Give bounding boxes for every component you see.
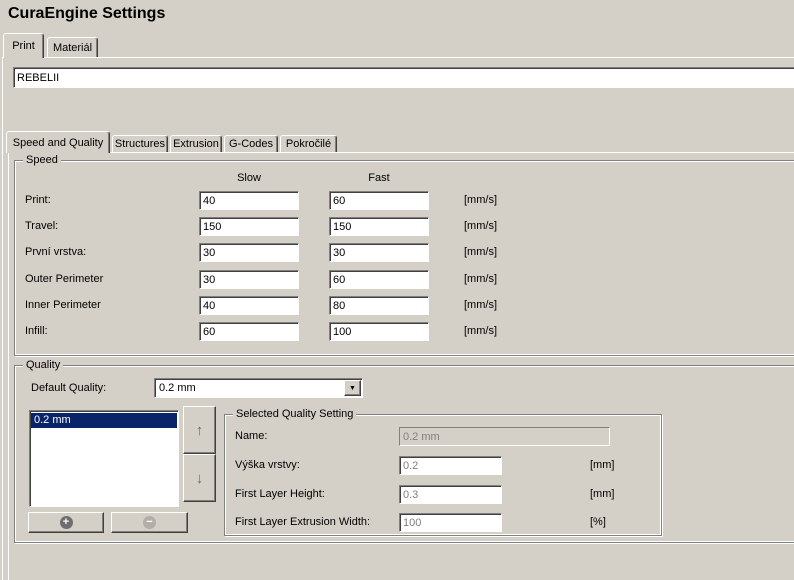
chevron-down-icon: ▼ xyxy=(349,385,356,392)
quality-group-label: Quality xyxy=(23,358,63,372)
tab-extrusion-label: Extrusion xyxy=(173,138,219,150)
quality-group: Quality Default Quality: 0.2 mm ▼ 0.2 mm… xyxy=(14,365,794,543)
travel-slow-input[interactable] xyxy=(199,217,299,236)
printer-profile-input[interactable] xyxy=(13,67,794,88)
cura-engine-settings-window: { "window": { "title": "CuraEngine Setti… xyxy=(0,0,794,580)
unit-label: [mm/s] xyxy=(464,273,497,285)
tab-extrusion[interactable]: Extrusion xyxy=(170,135,222,152)
tab-material[interactable]: Materiál xyxy=(47,37,98,57)
speed-row-label: Inner Perimeter xyxy=(25,299,101,311)
tab-structures-label: Structures xyxy=(115,138,165,150)
setting-row-label: First Layer Height: xyxy=(235,488,325,500)
setting-row-name: Name: xyxy=(225,427,661,447)
dropdown-button[interactable]: ▼ xyxy=(344,380,361,396)
move-up-button[interactable]: ↑ xyxy=(183,406,216,454)
infill-slow-input[interactable] xyxy=(199,322,299,341)
setting-row-label: First Layer Extrusion Width: xyxy=(235,516,370,528)
add-quality-button[interactable]: + xyxy=(28,512,104,533)
outer-perimeter-slow-input[interactable] xyxy=(199,270,299,289)
tab-print[interactable]: Print xyxy=(3,33,44,58)
quality-list-item-label: 0.2 mm xyxy=(34,414,71,426)
default-quality-value: 0.2 mm xyxy=(159,382,196,394)
default-quality-select[interactable]: 0.2 mm ▼ xyxy=(154,378,363,398)
speed-group-label: Speed xyxy=(23,153,61,167)
first-layer-height-input xyxy=(399,485,502,504)
setting-row-label: Výška vrstvy: xyxy=(235,459,300,471)
speed-row-label: Infill: xyxy=(25,325,48,337)
unit-label: [mm/s] xyxy=(464,246,497,258)
move-down-button[interactable]: ↓ xyxy=(183,454,216,502)
travel-fast-input[interactable] xyxy=(329,217,429,236)
column-header-slow: Slow xyxy=(199,172,299,184)
speed-row-label: První vrstva: xyxy=(25,246,86,258)
tab-speed-and-quality[interactable]: Speed and Quality xyxy=(6,131,110,153)
speed-group: Speed Slow Fast Print: [mm/s] Travel: [m… xyxy=(14,160,794,356)
setting-row-first-layer-height: First Layer Height: [mm] xyxy=(225,485,661,505)
first-layer-fast-input[interactable] xyxy=(329,243,429,262)
unit-label: [mm/s] xyxy=(464,194,497,206)
print-fast-input[interactable] xyxy=(329,191,429,210)
inner-perimeter-slow-input[interactable] xyxy=(199,296,299,315)
setting-row-label: Name: xyxy=(235,430,267,442)
unit-label: [mm/s] xyxy=(464,325,497,337)
setting-row-first-layer-extrusion-width: First Layer Extrusion Width: [%] xyxy=(225,513,661,533)
inner-perimeter-fast-input[interactable] xyxy=(329,296,429,315)
unit-label: [%] xyxy=(590,516,606,528)
page-title: CuraEngine Settings xyxy=(8,5,165,23)
layer-height-input xyxy=(399,456,502,475)
infill-fast-input[interactable] xyxy=(329,322,429,341)
speed-row-infill: Infill: [mm/s] xyxy=(15,322,794,342)
minus-icon: − xyxy=(143,516,156,529)
speed-row-outer-perimeter: Outer Perimeter [mm/s] xyxy=(15,270,794,290)
first-layer-extrusion-width-input xyxy=(399,513,502,532)
name-input xyxy=(399,427,610,446)
tab-advanced-label: Pokročilé xyxy=(286,138,331,150)
plus-icon: + xyxy=(60,516,73,529)
default-quality-label: Default Quality: xyxy=(31,382,106,394)
first-layer-slow-input[interactable] xyxy=(199,243,299,262)
tab-material-label: Materiál xyxy=(53,42,92,54)
down-arrow-icon: ↓ xyxy=(196,471,204,486)
tab-g-codes-label: G-Codes xyxy=(229,138,273,150)
speed-row-first-layer: První vrstva: [mm/s] xyxy=(15,243,794,263)
outer-perimeter-fast-input[interactable] xyxy=(329,270,429,289)
selected-quality-setting-group: Selected Quality Setting Name: Výška vrs… xyxy=(224,414,662,536)
unit-label: [mm] xyxy=(590,459,614,471)
speed-row-travel: Travel: [mm/s] xyxy=(15,217,794,237)
speed-row-inner-perimeter: Inner Perimeter [mm/s] xyxy=(15,296,794,316)
speed-row-label: Print: xyxy=(25,194,51,206)
setting-row-layer-height: Výška vrstvy: [mm] xyxy=(225,456,661,476)
unit-label: [mm/s] xyxy=(464,220,497,232)
speed-row-label: Outer Perimeter xyxy=(25,273,103,285)
column-header-fast: Fast xyxy=(329,172,429,184)
quality-list-item[interactable]: 0.2 mm xyxy=(31,413,177,428)
unit-label: [mm/s] xyxy=(464,299,497,311)
quality-listbox[interactable]: 0.2 mm xyxy=(29,410,179,507)
tab-speed-and-quality-label: Speed and Quality xyxy=(13,137,104,149)
speed-row-print: Print: [mm/s] xyxy=(15,191,794,211)
unit-label: [mm] xyxy=(590,488,614,500)
up-arrow-icon: ↑ xyxy=(196,423,204,438)
selected-quality-setting-label: Selected Quality Setting xyxy=(233,407,356,421)
tab-advanced[interactable]: Pokročilé xyxy=(280,135,337,152)
tab-structures[interactable]: Structures xyxy=(112,135,168,152)
tab-print-label: Print xyxy=(12,40,35,52)
print-slow-input[interactable] xyxy=(199,191,299,210)
remove-quality-button[interactable]: − xyxy=(111,512,188,533)
speed-row-label: Travel: xyxy=(25,220,58,232)
tab-g-codes[interactable]: G-Codes xyxy=(224,135,278,152)
